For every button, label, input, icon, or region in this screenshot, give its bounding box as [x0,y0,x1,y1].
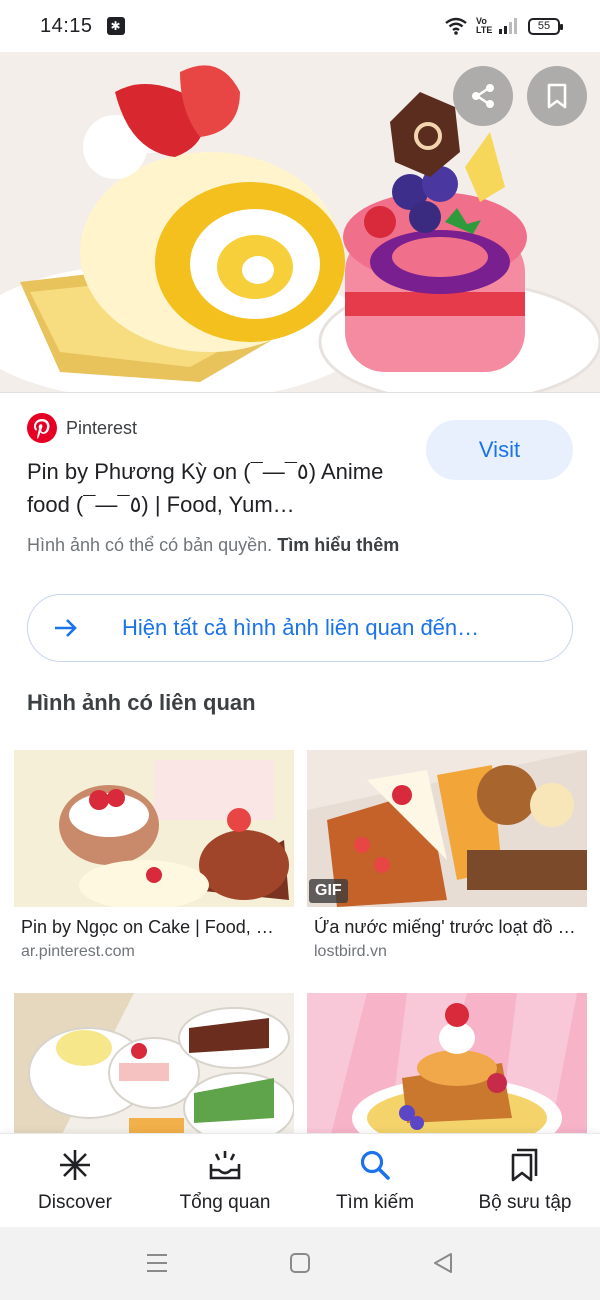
bookmark-icon [547,83,567,109]
nav-collections[interactable]: Bộ sưu tập [450,1134,600,1227]
pinterest-logo-icon [27,413,57,443]
related-title: Ứa nước miếng' trước loạt đồ … [314,917,576,937]
notification-icon: ✱ [106,17,125,35]
back-icon[interactable] [432,1251,454,1275]
nav-overview[interactable]: Tổng quan [150,1134,300,1227]
gif-badge: GIF [309,879,348,903]
collections-icon [511,1148,538,1182]
nav-discover[interactable]: Discover [0,1134,150,1227]
nav-label: Bộ sưu tập [478,1192,572,1213]
related-thumbnail [14,993,294,1150]
share-button[interactable] [453,66,513,126]
status-icons: Vo LTE 55 [444,16,563,36]
related-thumbnail [307,993,587,1150]
menu-icon[interactable] [145,1252,169,1274]
related-card[interactable]: GIF Ứa nước miếng' trước loạt đồ … lostb… [307,750,587,961]
hero-image[interactable] [0,52,600,392]
nav-search[interactable]: Tìm kiếm [300,1134,450,1227]
show-all-related-button[interactable]: Hiện tất cả hình ảnh liên quan đến… [27,594,573,662]
asterisk-icon [60,1150,90,1180]
status-time: 14:15 [40,14,93,37]
home-icon[interactable] [289,1252,311,1274]
copyright-notice: Hình ảnh có thể có bản quyền. Tìm hiểu t… [27,535,399,556]
copyright-text: Hình ảnh có thể có bản quyền. [27,535,273,555]
bottom-navigation: Discover Tổng quan Tìm kiếm Bộ sưu tập [0,1133,600,1227]
show-all-label: Hiện tất cả hình ảnh liên quan đến… [122,615,480,640]
divider [0,392,600,393]
related-domain: lostbird.vn [314,943,387,960]
result-title[interactable]: Pin by Phương Kỳ on (¯―¯٥) Anime food (¯… [27,455,407,521]
inbox-crown-icon [209,1151,241,1180]
signal-icon [499,18,517,34]
volte-indicator: Vo LTE [476,16,493,35]
nav-label: Tìm kiếm [335,1192,415,1213]
save-button[interactable] [527,66,587,126]
learn-more-link[interactable]: Tìm hiểu thêm [277,535,399,555]
related-heading: Hình ảnh có liên quan [27,690,256,715]
related-title: Pin by Ngọc on Cake | Food, … [21,917,274,937]
search-icon [360,1150,390,1180]
related-thumbnail [14,750,294,907]
nav-label: Tổng quan [179,1192,271,1213]
source-name: Pinterest [66,417,138,438]
status-bar: 14:15 ✱ Vo LTE 55 [0,0,600,52]
related-card[interactable]: Pin by Ngọc on Cake | Food, … ar.pintere… [14,750,294,961]
system-navigation-bar [0,1227,600,1300]
battery-icon: 55 [528,17,563,35]
source-row[interactable]: Pinterest [27,413,137,443]
visit-button[interactable]: Visit [426,420,573,480]
related-thumbnail: GIF [307,750,587,907]
nav-label: Discover [38,1192,112,1213]
share-icon [472,84,494,108]
wifi-icon [445,17,467,35]
related-domain: ar.pinterest.com [21,943,135,960]
arrow-right-icon [55,619,77,637]
